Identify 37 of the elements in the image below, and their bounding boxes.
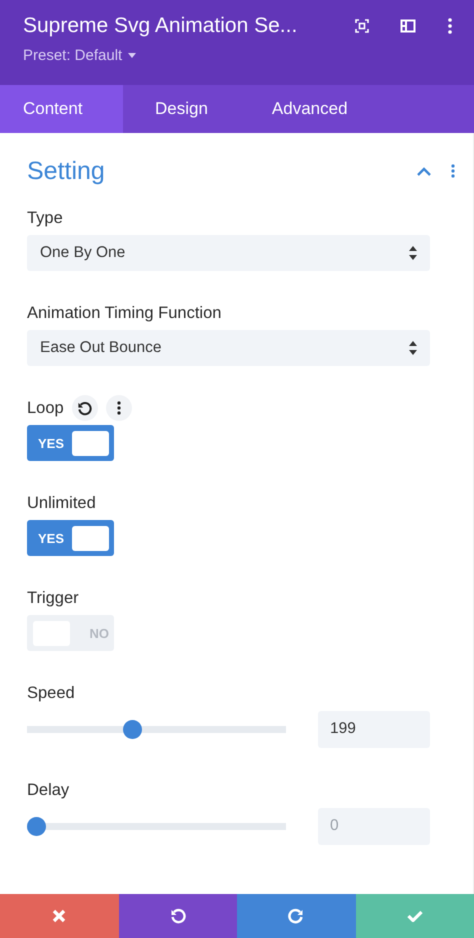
field-label: Animation Timing Function	[27, 304, 222, 322]
more-icon[interactable]	[448, 18, 452, 34]
select-field[interactable]: One By One	[27, 235, 430, 271]
updown-icon	[409, 246, 417, 260]
module-title: Supreme Svg Animation Se...	[23, 14, 298, 38]
tab[interactable]: Design	[123, 85, 240, 133]
updown-icon	[409, 341, 417, 355]
reset-icon	[77, 400, 92, 416]
field-label: Unlimited	[27, 494, 96, 512]
redo-icon	[288, 908, 304, 924]
field-label: Trigger	[27, 588, 79, 608]
select-field[interactable]: Ease Out Bounce	[27, 330, 430, 366]
tab[interactable]: Advanced	[240, 85, 380, 133]
field-label: Loop	[27, 398, 64, 418]
caret-icon	[128, 53, 136, 58]
chevron-icon[interactable]	[417, 166, 431, 176]
close-icon	[52, 909, 66, 923]
slider-thumb[interactable]	[123, 720, 142, 738]
check-icon	[406, 910, 423, 922]
slider-thumb[interactable]	[27, 816, 46, 836]
field-label: Delay	[27, 780, 70, 800]
field-label: Speed	[27, 684, 75, 702]
number-field[interactable]: 0	[318, 808, 430, 844]
preset-dropdown[interactable]: Preset: Default	[23, 47, 136, 64]
section-title: Setting	[27, 156, 106, 186]
more-icon	[116, 401, 121, 415]
reset-button[interactable]	[72, 395, 98, 421]
toggle-switch[interactable]: YES	[27, 425, 114, 461]
undo-icon	[170, 908, 186, 924]
tab[interactable]: Content	[0, 85, 123, 133]
toggle-switch[interactable]: YES	[27, 520, 114, 556]
options-button[interactable]	[106, 395, 132, 421]
more-icon[interactable]	[451, 164, 455, 178]
field-label: Type	[27, 208, 63, 228]
expand-icon[interactable]	[354, 18, 370, 34]
number-field[interactable]: 199	[318, 710, 430, 748]
columns-icon[interactable]	[400, 18, 416, 34]
